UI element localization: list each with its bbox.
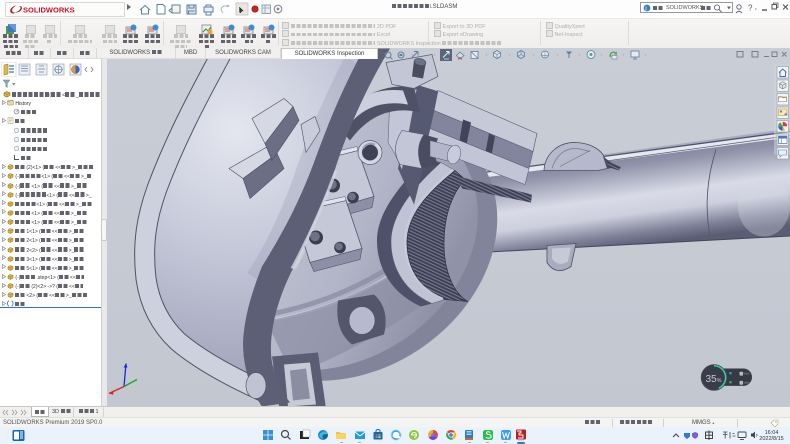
- svg-text:?: ?: [748, 4, 753, 13]
- svg-text:SOLIDWORKS: SOLIDWORKS: [23, 6, 75, 15]
- svg-text:i: i: [645, 5, 646, 12]
